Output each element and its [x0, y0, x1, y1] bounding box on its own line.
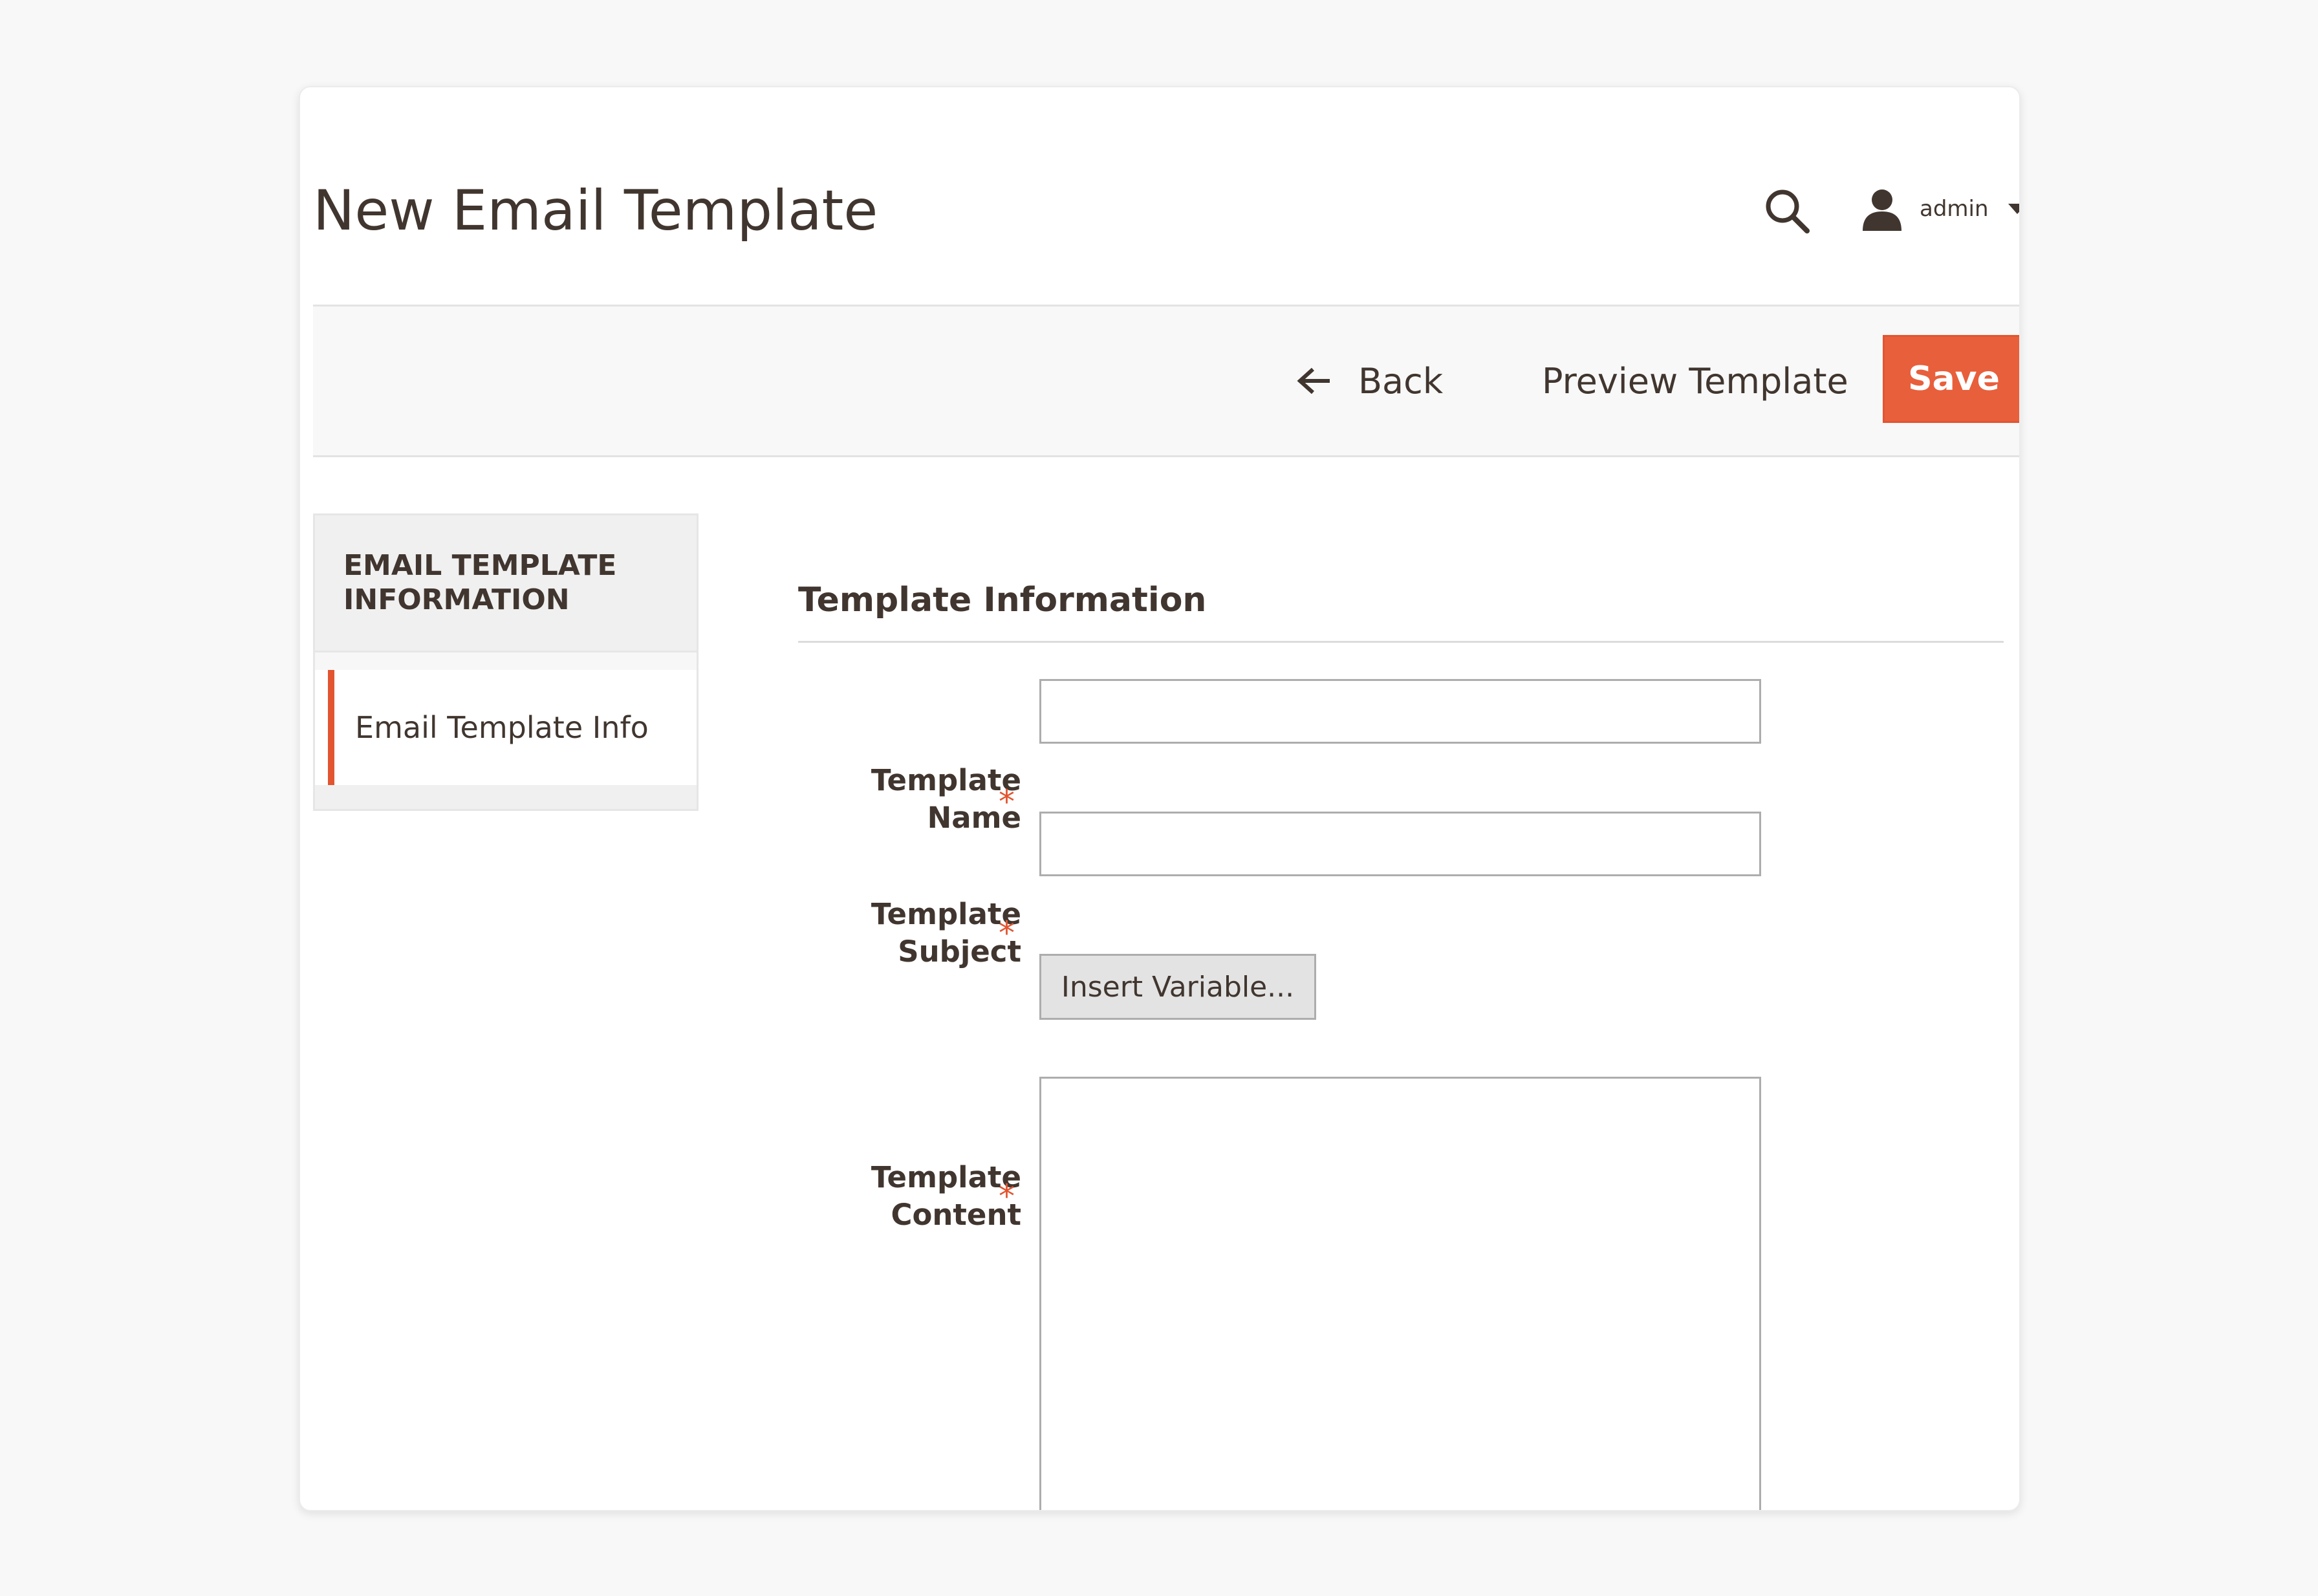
user-menu[interactable]: admin: [1859, 183, 2019, 235]
sidebar-footer: [313, 785, 699, 811]
section-divider: [798, 641, 2004, 643]
sidebar-heading: EMAIL TEMPLATE INFORMATION: [313, 513, 699, 651]
page-actions-bar: Back Preview Template Save: [313, 305, 2019, 457]
sidebar-divider: [313, 651, 699, 670]
template-name-input[interactable]: [1039, 679, 1761, 744]
template-subject-label-line1: Template: [871, 897, 1021, 931]
sidebar-heading-line2: INFORMATION: [343, 583, 570, 616]
save-button[interactable]: Save: [1883, 335, 2019, 423]
page-title: New Email Template: [313, 178, 878, 243]
search-icon[interactable]: [1762, 186, 1814, 237]
user-icon: [1863, 189, 1901, 231]
page-card: New Email Template admin Back Preview Te…: [299, 86, 2020, 1511]
template-subject-input[interactable]: [1039, 812, 1761, 876]
template-name-label-line1: Template: [871, 763, 1021, 797]
sidebar: EMAIL TEMPLATE INFORMATION Email Templat…: [313, 513, 699, 811]
template-content-required-mark: *: [999, 1178, 1015, 1215]
template-subject-label: Template Subject: [685, 896, 1021, 971]
user-name: admin: [1920, 196, 1989, 222]
template-content-label: Template Content: [685, 1159, 1021, 1234]
template-subject-label-line2: Subject: [898, 934, 1021, 969]
section-title: Template Information: [798, 581, 1207, 620]
template-subject-required-mark: *: [999, 914, 1015, 952]
sidebar-heading-line1: EMAIL TEMPLATE: [343, 549, 617, 582]
arrow-left-icon: [1297, 367, 1330, 394]
sidebar-item-label: Email Template Info: [355, 710, 649, 745]
preview-template-button[interactable]: Preview Template: [1542, 307, 1848, 455]
sidebar-item-email-template-info[interactable]: Email Template Info: [313, 670, 699, 785]
back-button[interactable]: Back: [1296, 307, 1443, 455]
template-name-required-mark: *: [999, 783, 1015, 821]
template-name-label: Template Name: [685, 762, 1021, 837]
caret-down-icon: [2008, 204, 2019, 214]
template-content-label-line1: Template: [871, 1160, 1021, 1194]
template-content-label-line2: Content: [891, 1198, 1021, 1232]
template-name-label-line2: Name: [927, 801, 1021, 835]
template-content-textarea[interactable]: [1039, 1077, 1761, 1510]
insert-variable-button[interactable]: Insert Variable...: [1039, 954, 1316, 1020]
back-button-label: Back: [1358, 360, 1444, 402]
